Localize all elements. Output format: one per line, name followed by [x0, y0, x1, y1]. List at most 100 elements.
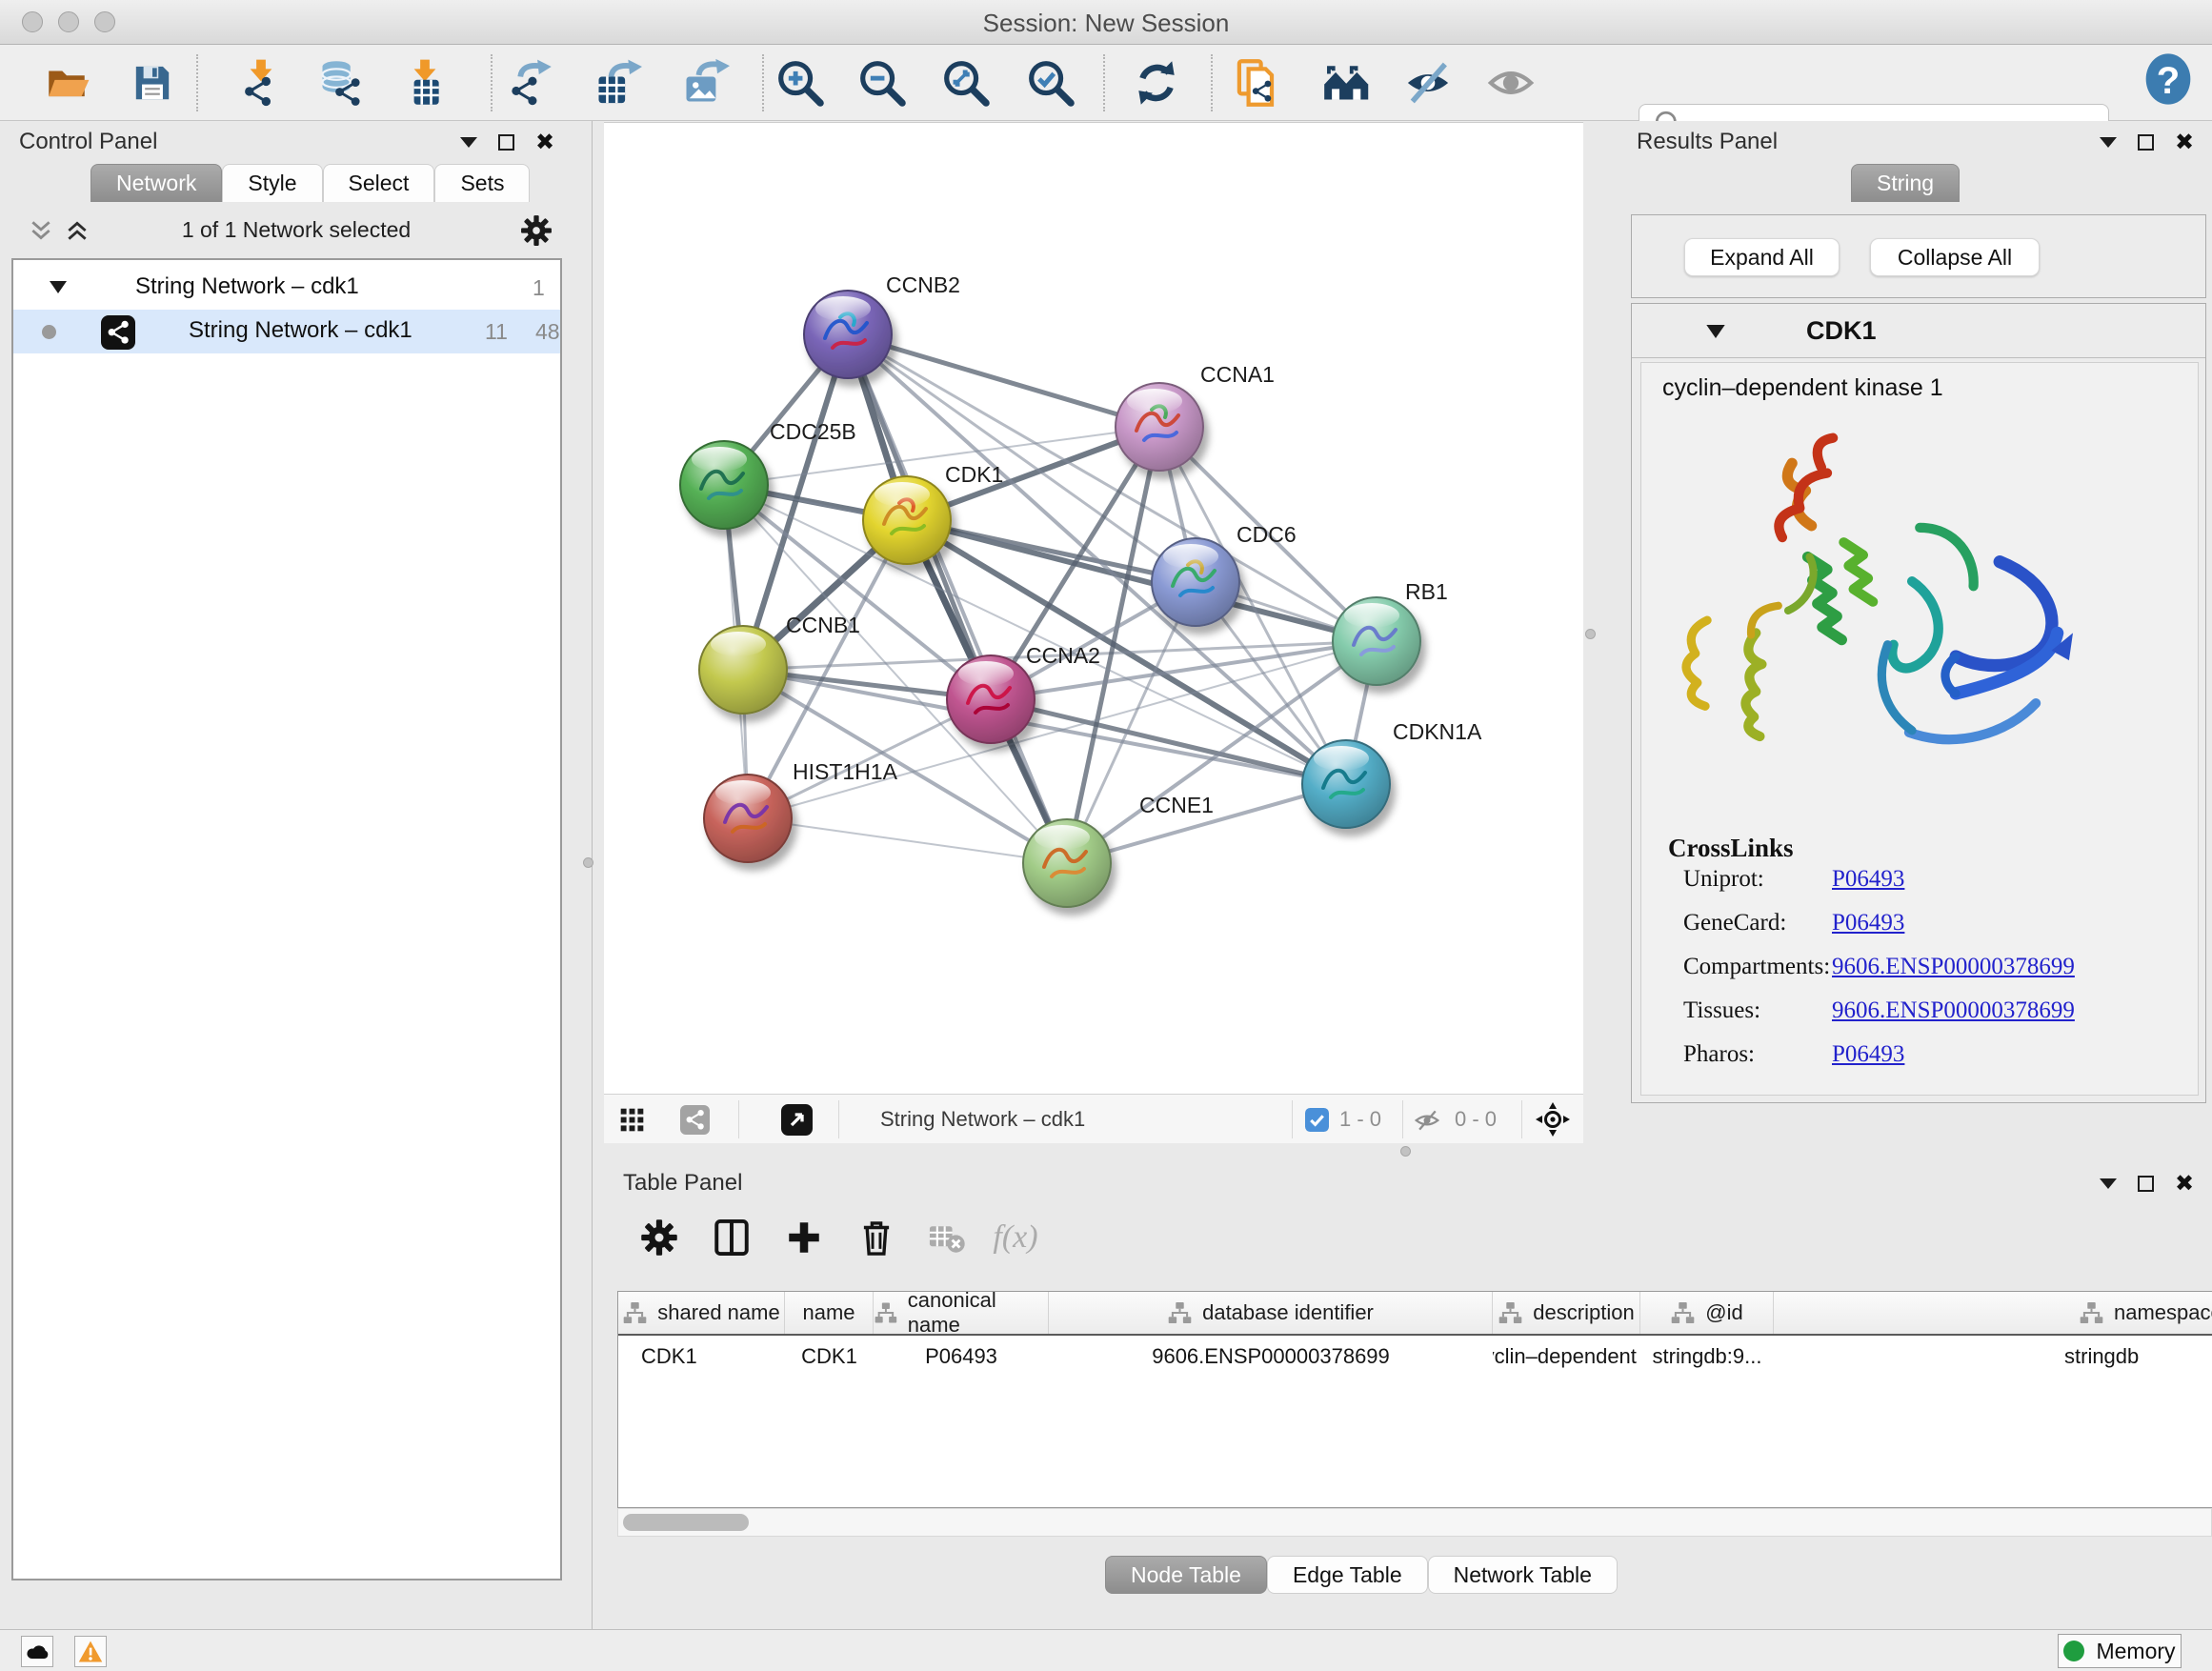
cell-sharedname[interactable]: CDK1 [618, 1336, 785, 1378]
crosslink-link-genecard[interactable]: P06493 [1832, 910, 1904, 936]
table-panel-float-icon[interactable] [2138, 1176, 2154, 1192]
collapse-all-button[interactable]: Collapse All [1870, 238, 2040, 276]
show-all-button[interactable] [1484, 56, 1538, 110]
splitter-right-grip[interactable] [1585, 629, 1596, 639]
export-table-button[interactable] [591, 56, 644, 110]
table-panel-menu-icon[interactable] [2100, 1178, 2117, 1189]
zoom-selected-button[interactable] [1024, 56, 1077, 110]
column-header-canonicalname[interactable]: canonical name [874, 1292, 1049, 1334]
node-RB1[interactable]: RB1 [1333, 579, 1448, 685]
cell-namespace[interactable]: stringdb [1774, 1336, 2212, 1378]
hidden-eye-slash-icon[interactable] [1414, 1107, 1440, 1134]
import-table-button[interactable] [398, 56, 452, 110]
column-header-databaseidentifier[interactable]: database identifier [1049, 1292, 1493, 1334]
splitter-horizontal-grip[interactable] [1400, 1146, 1411, 1157]
tab-sets[interactable]: Sets [434, 164, 530, 202]
tab-network[interactable]: Network [90, 164, 222, 202]
network-row-selected[interactable]: String Network – cdk1 11 48 [13, 310, 560, 353]
crosslink-link-compartments[interactable]: 9606.ENSP00000378699 [1832, 954, 2075, 980]
add-column-icon[interactable] [781, 1215, 827, 1260]
duplicate-network-button[interactable] [1233, 56, 1286, 110]
edge-CCNE1-HIST1H1A[interactable] [748, 818, 1067, 863]
crosslink-link-uniprot[interactable]: P06493 [1832, 866, 1904, 893]
scrollbar-thumb[interactable] [623, 1514, 749, 1531]
node-CCNA1[interactable]: CCNA1 [1116, 362, 1275, 471]
show-network-overview-button[interactable] [1320, 56, 1374, 110]
fit-content-crosshair-icon[interactable] [1536, 1102, 1570, 1137]
memory-button[interactable]: Memory [2058, 1634, 2182, 1668]
birdseye-view-icon[interactable] [781, 1104, 813, 1136]
node-CDKN1A[interactable]: CDKN1A [1302, 719, 1482, 828]
zoom-in-button[interactable] [774, 56, 827, 110]
hide-selected-button[interactable] [1401, 56, 1455, 110]
edge-CDK1-RB1[interactable] [907, 520, 1377, 641]
node-label-CDC6: CDC6 [1237, 522, 1297, 547]
node-CDC6[interactable]: CDC6 [1152, 522, 1297, 626]
control-panel-float-icon[interactable] [498, 134, 514, 151]
column-header-sharedname[interactable]: shared name [618, 1292, 785, 1334]
show-columns-icon[interactable] [709, 1215, 754, 1260]
open-session-button[interactable] [40, 56, 93, 110]
results-panel-float-icon[interactable] [2138, 134, 2154, 151]
zoom-fit-button[interactable] [939, 56, 993, 110]
help-button[interactable]: ? [2142, 52, 2195, 106]
tab-select[interactable]: Select [323, 164, 435, 202]
export-network-button[interactable] [503, 56, 556, 110]
cell-id[interactable]: stringdb:9... [1640, 1336, 1774, 1378]
table-panel-close-icon[interactable]: ✖ [2175, 1176, 2194, 1192]
import-network-button[interactable] [234, 56, 288, 110]
tab-edge-table[interactable]: Edge Table [1267, 1556, 1428, 1594]
import-network-from-database-button[interactable] [314, 56, 368, 110]
gene-expander-icon[interactable] [1706, 325, 1725, 338]
grid-view-icon[interactable] [619, 1107, 645, 1133]
node-HIST1H1A[interactable]: HIST1H1A [704, 759, 898, 862]
warning-button[interactable] [74, 1636, 107, 1667]
splitter-left[interactable] [593, 121, 604, 1629]
splitter-right[interactable] [1583, 121, 1625, 1158]
zoom-out-button[interactable] [855, 56, 909, 110]
function-builder-icon[interactable]: f(x) [993, 1215, 1038, 1260]
control-panel-close-icon[interactable]: ✖ [535, 134, 554, 151]
collection-expander-icon[interactable] [50, 281, 67, 294]
control-panel-menu-icon[interactable] [460, 137, 477, 148]
column-header-namespace[interactable]: namespace [1774, 1292, 2212, 1334]
export-image-button[interactable] [678, 56, 732, 110]
edge-CCNB2-CCNA1[interactable] [848, 334, 1159, 427]
delete-column-trash-icon[interactable] [854, 1215, 899, 1260]
tab-node-table[interactable]: Node Table [1105, 1556, 1267, 1594]
apply-layout-button[interactable] [1130, 56, 1183, 110]
crosslink-link-tissues[interactable]: 9606.ENSP00000378699 [1832, 997, 2075, 1024]
network-options-gear-icon[interactable] [520, 214, 553, 247]
network-canvas[interactable]: CCNB2CCNA1CDC25BCDK1CDC6RB1CCNB1CCNA2CDK… [604, 122, 1583, 1094]
cell-databaseidentifier[interactable]: 9606.ENSP00000378699 [1049, 1336, 1493, 1378]
expand-all-button[interactable]: Expand All [1684, 238, 1840, 276]
results-panel-close-icon[interactable]: ✖ [2175, 134, 2194, 151]
network-share-view-icon[interactable] [680, 1105, 710, 1135]
network-edge-count: 48 [535, 319, 560, 345]
node-CDC25B[interactable]: CDC25B [680, 419, 856, 529]
network-collection-row[interactable]: String Network – cdk1 1 [13, 266, 560, 310]
tree-column-icon [1498, 1300, 1523, 1325]
column-header-name[interactable]: name [785, 1292, 874, 1334]
tab-network-table[interactable]: Network Table [1428, 1556, 1618, 1594]
cell-name[interactable]: CDK1 [785, 1336, 874, 1378]
column-header-id[interactable]: @id [1640, 1292, 1774, 1334]
crosslink-link-pharos[interactable]: P06493 [1832, 1041, 1904, 1068]
cloud-button[interactable] [21, 1636, 53, 1667]
selected-checkbox-icon[interactable] [1305, 1108, 1329, 1132]
delete-table-icon[interactable] [923, 1215, 969, 1260]
node-CCNB1[interactable]: CCNB1 [699, 613, 860, 714]
save-session-button[interactable] [126, 56, 179, 110]
tab-string[interactable]: String [1851, 164, 1960, 202]
tab-style[interactable]: Style [222, 164, 322, 202]
results-panel-menu-icon[interactable] [2100, 137, 2117, 148]
table-horizontal-scrollbar[interactable] [617, 1508, 2212, 1537]
node-CDK1[interactable]: CDK1 [863, 462, 1003, 564]
gene-section-header[interactable]: CDK1 [1632, 304, 2205, 358]
cell-description[interactable]: cyclin–dependent ... [1493, 1336, 1640, 1378]
column-header-description[interactable]: description [1493, 1292, 1640, 1334]
cell-canonicalname[interactable]: P06493 [874, 1336, 1049, 1378]
splitter-left-grip[interactable] [583, 857, 593, 868]
table-options-gear-icon[interactable] [636, 1215, 682, 1260]
table-row[interactable]: CDK1CDK1P064939606.ENSP00000378699cyclin… [618, 1336, 2212, 1378]
